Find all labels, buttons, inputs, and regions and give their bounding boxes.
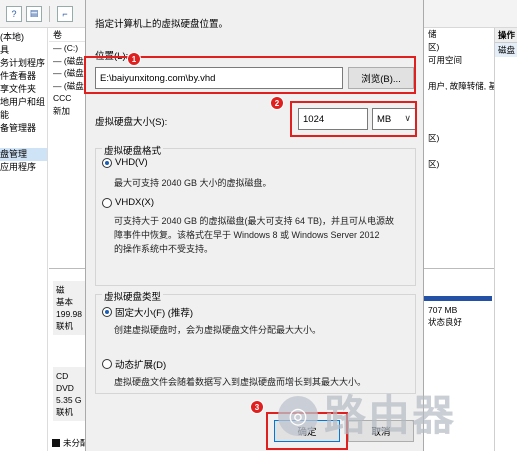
disk-size: 5.35 G [56,395,82,405]
step-badge-1: 1 [127,52,141,66]
actions-pane: 操作 磁盘 [494,28,517,451]
legend: 未分配 [52,437,89,449]
vhdx-radio[interactable]: VHDX(X) [102,197,154,208]
detail-text [424,67,494,80]
dynamic-description: 虚拟硬盘文件会随着数据写入到虚拟硬盘而增长到其最大大小。 [114,377,367,387]
vhdx-description-line: 障事件中恢复。该格式在早于 Windows 8 或 Windows Server… [114,230,380,240]
step-badge-3: 3 [250,400,264,414]
detail-text [424,93,494,106]
disk-size: 199.98 [56,309,82,319]
highlight-ok [266,412,348,450]
vhdx-label: VHDX(X) [115,197,155,208]
list-item[interactable]: 新加 [49,105,89,118]
disk-0-info[interactable]: 磁 基本 199.98 联机 [53,281,87,335]
cdrom-info[interactable]: CD DVD 5.35 G 联机 [53,367,87,421]
dynamic-label: 动态扩展(D) [115,360,167,371]
tree-item[interactable]: 能 [0,109,47,122]
type-group-title: 虚拟硬盘类型 [102,289,164,303]
actions-item-disk[interactable]: 磁盘 [495,43,517,57]
radio-unselected-icon [102,197,112,208]
detail-text [424,145,494,158]
list-item[interactable]: — (磁盘 [49,67,89,80]
detail-text: 储 [428,29,437,39]
list-item[interactable]: — (磁盘 [49,55,89,68]
dialog-instruction: 指定计算机上的虚拟硬盘位置。 [95,19,229,30]
disk-name: 磁 [56,285,65,295]
tree-item[interactable]: 备管理器 [0,122,47,135]
fixed-size-description: 创建虚拟硬盘时，会为虚拟硬盘文件分配最大大小。 [114,325,322,335]
dynamic-radio[interactable]: 动态扩展(D) [102,357,166,371]
tree-item[interactable]: 务计划程序 [0,57,47,70]
format-group-title: 虚拟硬盘格式 [102,143,164,157]
tree-item[interactable]: 应用程序 [0,161,47,174]
console-tree: (本地) 具 务计划程序 件查看器 享文件夹 地用户和组 能 备管理器 盘管理 … [0,28,48,451]
radio-unselected-icon [102,359,112,369]
vhdx-description-line: 可支持大于 2040 GB 的虚拟磁盘(最大可支持 64 TB)，并且可从电源故 [114,216,395,226]
fixed-size-radio[interactable]: 固定大小(F) (推荐) [102,305,193,319]
volume-list: 卷 — (C:) — (磁盘 — (磁盘 — (磁盘 CCC 新加 [49,28,89,268]
disk-status: 联机 [56,407,74,417]
highlight-size [290,101,417,137]
partition-size: 707 MB [428,305,458,315]
vhdx-description-line: 的操作系统中不受支持。 [114,244,214,254]
help-icon[interactable]: ? [6,5,22,22]
detail-text: 区) [428,42,440,52]
list-item[interactable]: — (磁盘 [49,80,89,93]
actions-title: 操作 [495,28,517,43]
step-badge-2: 2 [270,96,284,110]
disk-status: 联机 [56,321,74,331]
tree-item[interactable]: 具 [0,44,47,57]
radio-selected-icon [102,157,112,168]
partition-block[interactable]: 707 MB 状态良好 [424,296,492,336]
radio-selected-icon [102,307,112,317]
tree-item-disk-management[interactable]: 盘管理 [0,148,47,161]
column-header-volume[interactable]: 卷 [49,28,89,42]
disk-type: DVD [56,383,74,393]
detail-text: 用户, 故障转储, 基 [428,81,497,91]
detail-text: 区) [428,159,440,169]
tree-item[interactable] [0,135,47,148]
vhd-description: 最大可支持 2040 GB 大小的虚拟磁盘。 [114,178,272,188]
detail-text [424,106,494,119]
fixed-size-label: 固定大小(F) (推荐) [115,308,194,319]
vhd-radio[interactable]: VHD(V) [102,157,148,168]
detail-text [424,119,494,132]
vhd-label: VHD(V) [115,157,148,168]
disk-name: CD [56,371,69,381]
detail-text: 可用空间 [428,55,463,65]
tree-item[interactable]: 享文件夹 [0,83,47,96]
volume-details: 储 区) 可用空间 用户, 故障转储, 基 区) 区) [424,28,497,268]
partition-status: 状态良好 [428,317,463,327]
tree-item[interactable]: (本地) [0,31,47,44]
toolbar-separator [49,5,50,22]
list-item[interactable]: — (C:) [49,42,89,55]
legend-swatch [52,439,60,447]
disk-type: 基本 [56,297,74,307]
size-label: 虚拟硬盘大小(S): [95,117,168,128]
disk-icon[interactable]: ⌐ [57,5,73,22]
detail-text: 区) [428,133,440,143]
list-item[interactable]: CCC [49,92,89,105]
cancel-button[interactable]: 取消 [348,420,414,442]
tree-item[interactable]: 地用户和组 [0,96,47,109]
tree-item[interactable]: 件查看器 [0,70,47,83]
properties-icon[interactable]: ▤ [26,5,42,22]
